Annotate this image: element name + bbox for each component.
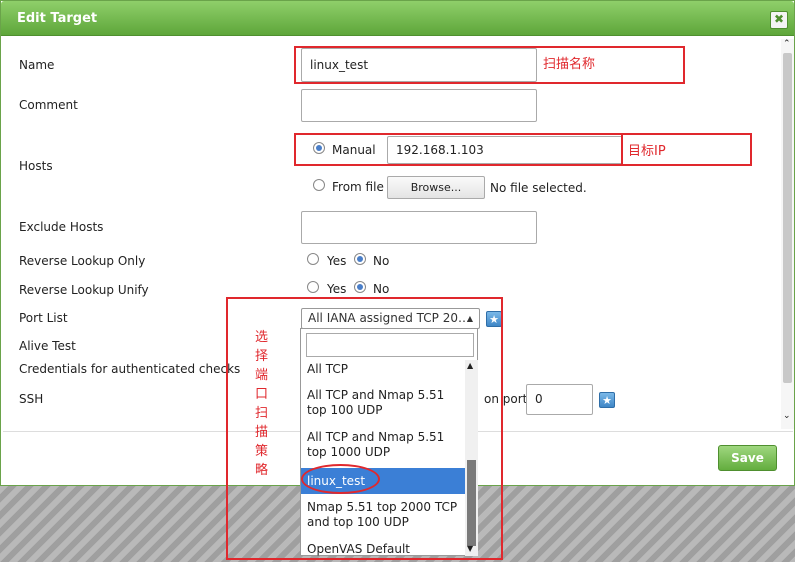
rlo-yes-radio[interactable]: [307, 253, 319, 265]
comment-label: Comment: [19, 98, 78, 112]
dialog-title: Edit Target: [17, 11, 98, 26]
hosts-file-radio[interactable]: [313, 179, 325, 191]
save-button[interactable]: Save: [718, 445, 777, 471]
exclude-hosts-label: Exclude Hosts: [19, 220, 104, 234]
close-icon[interactable]: ✖: [770, 11, 788, 29]
annotation-box-name: [294, 46, 685, 84]
exclude-hosts-input[interactable]: [301, 211, 537, 244]
name-label: Name: [19, 58, 55, 72]
hosts-label: Hosts: [19, 159, 53, 173]
annotation-port-policy: 选择端口扫描策略: [255, 330, 269, 478]
rlu-yes-radio[interactable]: [307, 281, 319, 293]
scroll-down-icon[interactable]: ⌄: [783, 411, 791, 421]
rlo-no-label: No: [373, 254, 390, 268]
reverse-lookup-only-label: Reverse Lookup Only: [19, 254, 146, 268]
ssh-port-input[interactable]: 0: [526, 384, 593, 415]
hosts-file-label: From file: [332, 180, 384, 194]
annotation-ellipse-selected: [301, 464, 380, 494]
annotation-box-ip: [294, 133, 752, 166]
dialog-titlebar: Edit Target ✖: [1, 1, 794, 36]
annotation-target-ip: 目标IP: [628, 144, 666, 159]
rlo-yes-label: Yes: [327, 254, 347, 268]
rlo-no-radio[interactable]: [354, 253, 366, 265]
credentials-label: Credentials for authenticated checks: [19, 362, 241, 376]
dialog-scroll-thumb[interactable]: [783, 53, 792, 383]
alive-test-label: Alive Test: [19, 339, 76, 353]
rlu-no-label: No: [373, 282, 390, 296]
rlu-no-radio[interactable]: [354, 281, 366, 293]
browse-button[interactable]: Browse...: [387, 176, 485, 199]
annotation-ip-divider: [621, 135, 623, 165]
no-file-text: No file selected.: [490, 181, 587, 195]
reverse-lookup-unify-label: Reverse Lookup Unify: [19, 283, 149, 297]
new-ssh-credential-star-icon[interactable]: ★: [599, 392, 615, 408]
ssh-label: SSH: [19, 392, 44, 406]
port-list-label: Port List: [19, 311, 68, 325]
scroll-up-icon[interactable]: ⌃: [783, 39, 791, 49]
dialog-scrollbar[interactable]: ⌃ ⌄: [781, 39, 794, 429]
rlu-yes-label: Yes: [327, 282, 347, 296]
annotation-scan-name: 扫描名称: [543, 57, 596, 72]
comment-input[interactable]: [301, 89, 537, 122]
